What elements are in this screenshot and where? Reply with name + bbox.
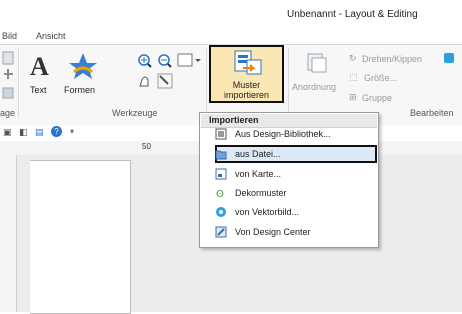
page-icon[interactable]: ◧ (19, 127, 28, 138)
text-button-label: Text (30, 85, 47, 95)
svg-text:ʘ: ʘ (216, 189, 224, 199)
title-bar: Unbenannt - Layout & Editing (0, 0, 462, 28)
arrange-button[interactable]: Anordnung (292, 48, 342, 104)
arrange-icon (307, 53, 327, 73)
arrange-label: Anordnung (292, 82, 337, 92)
help-icon[interactable]: ? (51, 126, 62, 137)
arrange-partial-icons[interactable] (2, 50, 16, 104)
card-icon (215, 168, 227, 180)
menu-item-label: Von Design Center (235, 227, 311, 237)
tab-ansicht[interactable]: Ansicht (36, 31, 66, 41)
menu-item-label: von Karte... (235, 169, 282, 179)
group-separator (206, 48, 207, 118)
shapes-button[interactable]: Formen (58, 48, 106, 104)
menu-item-from-file[interactable]: aus Datei... (211, 146, 371, 163)
layout-icon[interactable]: ▣ (3, 127, 12, 138)
shapes-icon (69, 53, 97, 79)
group-label-bearbeiten: Bearbeiten (410, 108, 454, 118)
color-swatch-icon[interactable] (444, 53, 454, 63)
group-label-left: age (0, 108, 16, 118)
text-icon: A (30, 52, 49, 81)
menu-item-design-center[interactable]: Von Design Center (211, 224, 371, 241)
menu-item-from-card[interactable]: von Karte... (211, 166, 371, 183)
import-pattern-label-2: importieren (223, 90, 270, 100)
size-icon: ⬚ (349, 72, 358, 82)
menu-item-label: von Vektorbild... (235, 207, 300, 217)
customize-icon[interactable]: ▾ (70, 127, 74, 136)
rotate-flip-label[interactable]: Drehen/Kippen (362, 54, 422, 64)
design-center-icon (215, 226, 227, 238)
decor-pattern-icon: ʘ (216, 189, 224, 199)
view-tools-icons[interactable] (136, 52, 202, 92)
import-pattern-button[interactable]: Muster importieren (209, 45, 284, 103)
menu-item-label: Aus Design-Bibliothek... (235, 129, 331, 139)
design-library-icon (215, 128, 227, 140)
menu-item-decor-pattern[interactable]: ʘ Dekormuster (211, 185, 371, 202)
ribbon-tabs: Bild Ansicht (0, 28, 462, 44)
import-pattern-icon (234, 50, 262, 75)
size-label[interactable]: Größe... (364, 73, 397, 83)
rotate-icon: ↻ (349, 53, 357, 63)
vertical-ruler (0, 141, 17, 312)
group-icon: ⊞ (349, 92, 357, 102)
shapes-button-label: Formen (64, 85, 96, 95)
menu-item-design-library[interactable]: Aus Design-Bibliothek... (211, 126, 371, 143)
page-sheet[interactable] (30, 160, 131, 314)
menu-item-label: aus Datei... (235, 149, 281, 159)
menu-item-label: Dekormuster (235, 188, 287, 198)
menu-item-vector-image[interactable]: von Vektorbild... (211, 204, 371, 221)
group-separator (288, 48, 289, 118)
window-title: Unbenannt - Layout & Editing (287, 9, 418, 20)
text-button[interactable]: A Text (20, 48, 58, 104)
group-separator (18, 48, 19, 118)
tab-bild[interactable]: Bild (2, 31, 17, 41)
align-icon[interactable]: ▤ (35, 127, 44, 138)
vector-image-icon (216, 207, 226, 217)
import-menu-title: Importieren (209, 115, 259, 125)
group-label-werkzeuge: Werkzeuge (112, 108, 158, 118)
ruler-mark-50: 50 (142, 142, 151, 151)
import-pattern-label-1: Muster (232, 80, 261, 90)
folder-icon (215, 150, 227, 160)
group-label[interactable]: Gruppe (362, 93, 392, 103)
